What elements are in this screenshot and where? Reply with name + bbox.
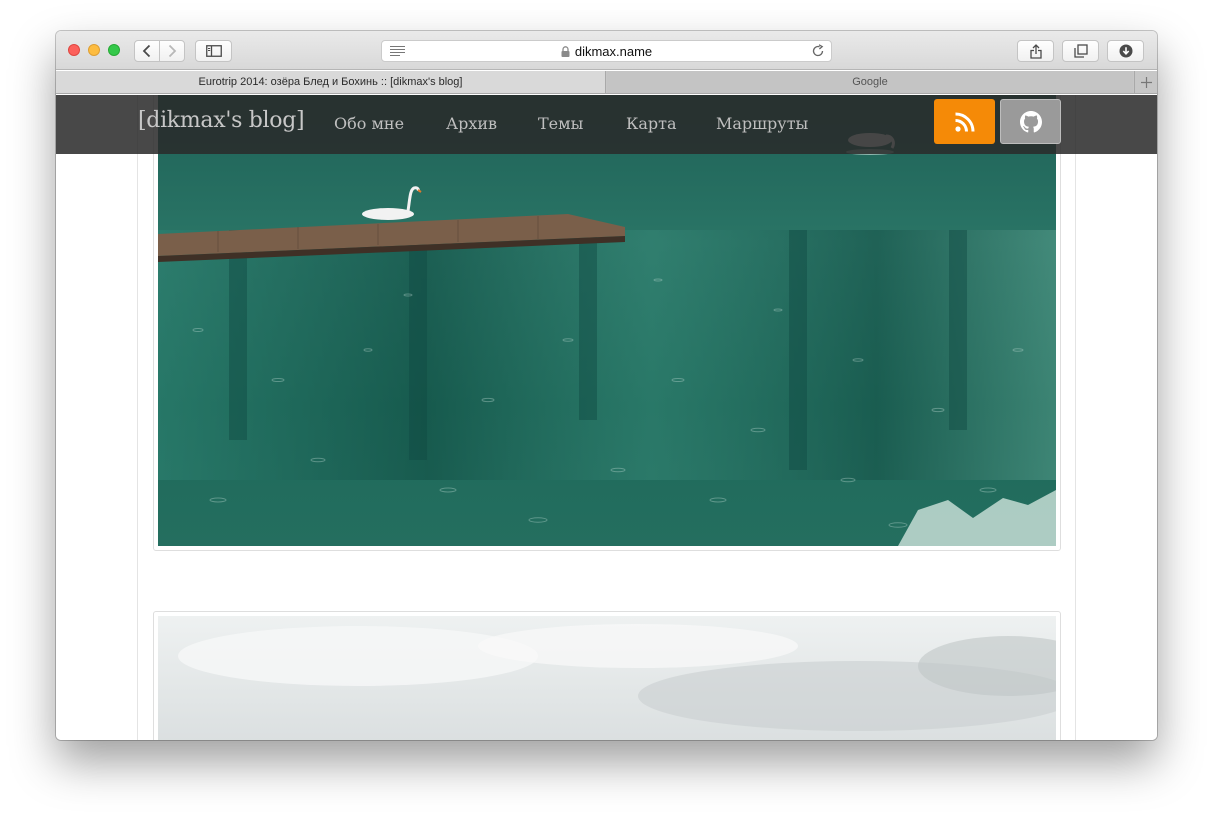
close-window-button[interactable]	[68, 44, 80, 56]
github-icon	[1019, 110, 1042, 132]
address-bar[interactable]: dikmax.name	[381, 40, 832, 62]
github-button[interactable]	[1000, 99, 1061, 144]
minimize-window-button[interactable]	[88, 44, 100, 56]
browser-window: dikmax.name Eurotrip 2014: озёра Блед и …	[56, 31, 1157, 740]
tab-google[interactable]: Google	[607, 71, 1133, 93]
chevron-left-icon	[142, 44, 151, 58]
back-button[interactable]	[134, 40, 160, 62]
share-icon	[1029, 43, 1042, 59]
plus-icon	[1140, 76, 1152, 88]
site-brand[interactable]: [dikmax's blog]	[138, 108, 305, 133]
photo-sky-image	[158, 616, 1056, 740]
nav-topics[interactable]: Темы	[538, 114, 583, 133]
chevron-right-icon	[168, 44, 177, 58]
downloads-button[interactable]	[1107, 40, 1144, 62]
nav-about[interactable]: Обо мне	[334, 114, 404, 133]
tab-title: Google	[852, 76, 888, 88]
photo-lake-image	[158, 95, 1056, 546]
nav-map[interactable]: Карта	[626, 114, 677, 133]
new-tab-button[interactable]	[1134, 71, 1157, 93]
photo-lake[interactable]	[153, 95, 1061, 551]
zoom-window-button[interactable]	[108, 44, 120, 56]
download-icon	[1119, 44, 1132, 58]
photo-sky[interactable]	[153, 611, 1061, 740]
tab-bar: Eurotrip 2014: озёра Блед и Бохинь :: [d…	[56, 71, 1157, 94]
sidebar-button[interactable]	[195, 40, 232, 62]
url-text: dikmax.name	[574, 43, 653, 59]
lock-icon	[561, 45, 570, 57]
tabs-overview-icon	[1073, 44, 1088, 58]
forward-button[interactable]	[159, 40, 185, 62]
rss-button[interactable]	[934, 99, 995, 144]
share-button[interactable]	[1017, 40, 1054, 62]
browser-toolbar: dikmax.name	[56, 31, 1157, 70]
nav-routes[interactable]: Маршруты	[716, 114, 808, 133]
rss-icon	[954, 112, 974, 132]
sidebar-icon	[205, 45, 222, 57]
reload-icon[interactable]	[811, 44, 825, 58]
page-viewport[interactable]: [dikmax's blog] Обо мне Архив Темы Карта…	[56, 95, 1157, 740]
show-all-tabs-button[interactable]	[1062, 40, 1099, 62]
tab-title: Eurotrip 2014: озёра Блед и Бохинь :: [d…	[198, 76, 463, 88]
site-navbar: [dikmax's blog] Обо мне Архив Темы Карта…	[56, 95, 1157, 154]
nav-archive[interactable]: Архив	[446, 114, 497, 133]
screen: dikmax.name Eurotrip 2014: озёра Блед и …	[0, 0, 1213, 820]
tab-active[interactable]: Eurotrip 2014: озёра Блед и Бохинь :: [d…	[56, 71, 606, 93]
